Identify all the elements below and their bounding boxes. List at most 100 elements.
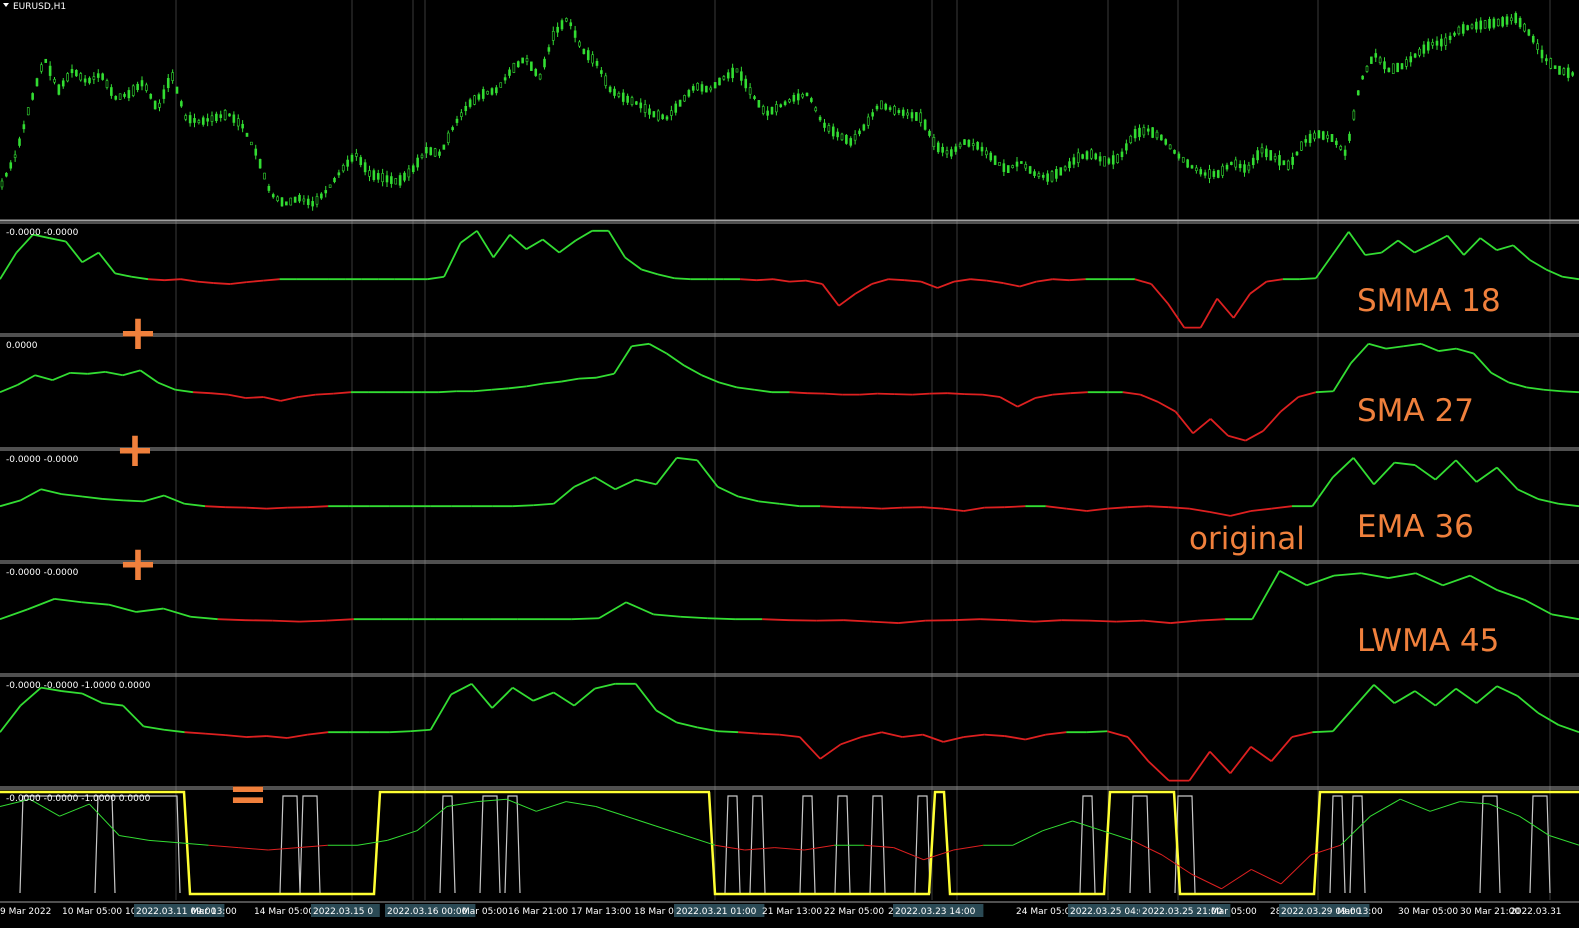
price-candle [438, 151, 441, 156]
price-candle [298, 194, 301, 202]
oscillator-segment [299, 619, 327, 623]
price-candle [1151, 127, 1154, 138]
price-candle [162, 89, 166, 99]
price-candle [495, 87, 498, 94]
price-candle [1540, 49, 1544, 59]
time-axis-label: 2022.03.25 04:0 [1070, 907, 1145, 917]
price-candle [468, 99, 472, 107]
oscillator-segment [707, 617, 736, 621]
oscillator-segment [213, 282, 231, 285]
price-candle [228, 113, 231, 117]
time-axis-label: 2022.03.15 0 [313, 907, 373, 917]
price-candle [236, 118, 240, 127]
price-candle [1492, 18, 1496, 28]
price-candle [1448, 35, 1452, 40]
price-candle [1365, 66, 1369, 72]
price-candle [600, 70, 603, 74]
price-candle [171, 72, 174, 81]
original-annotation: original [1189, 521, 1305, 557]
price-candle [538, 73, 542, 80]
oscillator-segment [881, 506, 903, 510]
price-candle [1221, 165, 1224, 176]
price-candle [101, 73, 104, 80]
oscillator-segment [740, 278, 757, 282]
price-candle [184, 115, 188, 120]
price-candle [1256, 150, 1259, 161]
price-candle [1015, 161, 1019, 167]
symbol-title-group[interactable]: EURUSD,H1 [3, 2, 66, 12]
price-candle [1203, 172, 1207, 176]
price-candle [105, 80, 109, 88]
equals-sign: = [228, 766, 268, 822]
price-candle [1129, 135, 1133, 144]
price-candle [13, 154, 17, 158]
price-candle [687, 90, 691, 97]
price-candle [285, 201, 288, 206]
price-candle [875, 105, 879, 110]
price-candle [1125, 143, 1128, 151]
price-candle [761, 106, 765, 114]
price-candle [893, 106, 896, 115]
price-candle [333, 177, 336, 183]
price-candle [1518, 18, 1522, 28]
time-axis-label: 30 Mar 05:00 [1398, 907, 1458, 917]
price-candle [1483, 20, 1487, 29]
price-candle [595, 60, 599, 66]
price-candle [180, 101, 183, 107]
price-candle [1553, 65, 1557, 69]
price-candle [950, 149, 953, 157]
price-candle [1409, 56, 1413, 63]
oscillator-segment [1004, 505, 1026, 509]
price-candle [958, 143, 962, 148]
price-candle [477, 94, 481, 100]
oscillator-segment [70, 371, 88, 375]
price-candle [1059, 167, 1063, 176]
price-candle [866, 116, 870, 126]
price-candle [31, 93, 34, 100]
price-candle [451, 127, 454, 131]
oscillator-segment [307, 505, 329, 509]
price-candle [709, 87, 713, 91]
price-candle [92, 76, 96, 80]
indicator-value-label: -0.0000 -0.0000 -1.0000 0.0000 [6, 681, 151, 691]
price-candle [831, 126, 835, 137]
price-candle [398, 175, 402, 186]
time-axis-label: Mar 05:00 [462, 907, 508, 917]
price-candle [1278, 155, 1281, 166]
price-candle [280, 197, 284, 207]
price-candle [1164, 139, 1168, 145]
price-candle [1011, 165, 1014, 168]
price-candle [1374, 53, 1378, 58]
price-candle [1146, 128, 1150, 132]
price-candle [678, 99, 682, 107]
price-candle [936, 142, 940, 153]
price-candle [705, 85, 708, 93]
price-candle [127, 90, 131, 99]
price-candle [980, 146, 984, 152]
price-candle [783, 101, 787, 106]
price-candle [1488, 19, 1491, 29]
price-candle [131, 85, 135, 96]
price-candle [1142, 127, 1146, 136]
price-candle [390, 176, 393, 184]
price-candle [140, 80, 144, 87]
price-candle [1247, 164, 1251, 171]
mt4-chart-window[interactable]: EURUSD,H1 -0.0000 -0.0000 SMMA 18 0.0000 SM… [0, 0, 1579, 928]
price-candle [1063, 166, 1067, 171]
price-candle [551, 30, 555, 41]
time-axis-label: Mar 05:00 [1211, 907, 1257, 917]
price-candle [1531, 35, 1535, 43]
oscillator-segment [1561, 390, 1579, 394]
price-candle [110, 87, 113, 96]
price-candle [153, 100, 157, 110]
price-candle [136, 83, 139, 91]
price-candle [276, 196, 279, 202]
price-candle [1033, 171, 1036, 176]
indicator-annotation: SMA 27 [1357, 393, 1474, 429]
time-axis-label: 21 Mar 13:00 [762, 907, 822, 917]
price-candle [845, 134, 848, 144]
price-candle [919, 112, 923, 123]
price-candle [79, 73, 83, 81]
price-candle [1225, 164, 1229, 170]
price-candle [1103, 156, 1106, 167]
